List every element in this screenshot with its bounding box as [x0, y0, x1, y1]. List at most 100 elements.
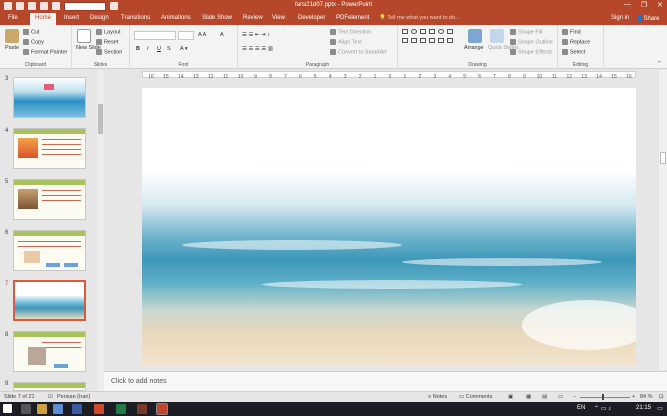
copy-button[interactable]: Copy [23, 39, 44, 45]
paste-icon[interactable] [5, 29, 19, 43]
zoom-out-button[interactable]: − [573, 394, 576, 400]
collapse-ribbon-icon[interactable]: ⌃ [657, 61, 662, 67]
select-button[interactable]: Select [562, 49, 585, 55]
shape-triangle-icon[interactable] [402, 38, 408, 43]
new-slide-icon[interactable] [77, 29, 91, 43]
paste-button[interactable]: Paste [5, 45, 19, 51]
arrange-icon[interactable] [468, 29, 482, 43]
zoom-slider[interactable] [580, 397, 630, 398]
zoom-in-button[interactable]: + [632, 394, 635, 400]
slide-thumbnail-4[interactable] [13, 128, 86, 169]
tab-home[interactable]: Home [30, 13, 57, 25]
bullets-icon[interactable]: ☰ ☰ ⇤ ⇥ ↕ [242, 32, 270, 38]
spellcheck-icon[interactable]: ☑ [48, 394, 53, 400]
text-direction-button[interactable]: Text Direction [330, 29, 371, 35]
font-size-box[interactable] [178, 31, 194, 40]
slideshow-view-icon[interactable]: ▭ [558, 394, 563, 400]
reset-button[interactable]: Reset [96, 39, 118, 45]
tab-design[interactable]: Design [90, 15, 109, 21]
shape-line-icon[interactable] [420, 29, 426, 34]
start-icon[interactable] [3, 404, 12, 413]
replace-button[interactable]: Replace [562, 39, 590, 45]
slide-thumbnail-9[interactable] [13, 382, 86, 391]
tab-animations[interactable]: Animations [161, 15, 191, 21]
italic-button[interactable]: I [147, 46, 149, 52]
tab-pdfelement[interactable]: PDFelement [336, 15, 369, 21]
shape-star-icon[interactable] [420, 38, 426, 43]
fit-slide-icon[interactable]: ⊡ [659, 394, 664, 400]
tab-view[interactable]: View [272, 15, 285, 21]
shape-outline-button[interactable]: Shape Outline [510, 39, 553, 45]
powerpoint-icon[interactable] [156, 403, 168, 415]
font-color-icon[interactable]: A ▾ [180, 46, 188, 52]
excel-icon[interactable] [116, 404, 126, 414]
thumbnail-scrollbar[interactable] [97, 70, 104, 391]
clear-format-icon[interactable]: A [220, 32, 224, 38]
find-button[interactable]: Find [562, 29, 581, 35]
notes-toggle[interactable]: ≡ Notes [428, 394, 447, 400]
slide-thumbnail-3[interactable] [13, 77, 86, 118]
convert-smartart-button[interactable]: Convert to SmartArt [330, 49, 387, 55]
firefox-icon[interactable] [94, 404, 104, 414]
taskview-icon[interactable] [21, 404, 31, 414]
slide-thumbnail-8[interactable] [13, 331, 86, 372]
align-text-button[interactable]: Align Text [330, 39, 362, 45]
share-button[interactable]: 👤Share [636, 15, 660, 22]
shape-effects-button[interactable]: Shape Effects [510, 49, 552, 55]
zoom-level[interactable]: 84 % [640, 394, 653, 400]
tab-transitions[interactable]: Transitions [121, 15, 150, 21]
notes-pane[interactable]: Click to add notes [104, 371, 667, 391]
arrange-button[interactable]: Arrange [464, 45, 484, 51]
shape-circle-icon[interactable] [438, 29, 444, 34]
tab-slide-show[interactable]: Slide Show [202, 15, 232, 21]
slide-thumbnail-7[interactable] [13, 280, 86, 321]
tray-icons[interactable]: ⌃ ▭ ♪ [594, 405, 611, 412]
shape-square-icon[interactable] [447, 29, 453, 34]
current-slide[interactable] [142, 88, 636, 365]
shape-fill-button[interactable]: Shape Fill [510, 29, 542, 35]
tab-insert[interactable]: Insert [64, 15, 79, 21]
sign-in-link[interactable]: Sign in [611, 15, 629, 21]
slide-scrollbar[interactable] [659, 70, 667, 370]
browser-icon[interactable] [53, 404, 63, 414]
tab-file[interactable]: File [8, 15, 18, 21]
slide-thumbnail-6[interactable] [13, 230, 86, 271]
notifications-icon[interactable]: ▭ [657, 405, 663, 412]
shape-brace-icon[interactable] [429, 38, 435, 43]
app-icon[interactable] [137, 404, 147, 414]
shape-callout-icon[interactable] [438, 38, 444, 43]
zoom-slider-knob[interactable] [602, 394, 604, 400]
grow-font-icon[interactable]: A A [198, 32, 206, 38]
clock[interactable]: 21:15 [636, 405, 651, 411]
minimize-button[interactable]: — [624, 1, 631, 9]
shape-box-icon[interactable] [429, 29, 435, 34]
shadow-button[interactable]: S [167, 46, 171, 52]
underline-button[interactable]: U [157, 46, 161, 52]
slide-thumbnail-5[interactable] [13, 179, 86, 220]
comments-toggle[interactable]: ▭ Comments [459, 394, 492, 400]
format-painter-button[interactable]: Format Painter [23, 49, 67, 55]
sorter-view-icon[interactable]: ▦ [526, 394, 531, 400]
bold-button[interactable]: B [136, 46, 140, 52]
shape-oval-icon[interactable] [411, 29, 417, 34]
restore-button[interactable]: ❐ [641, 1, 647, 9]
reading-view-icon[interactable]: ▤ [542, 394, 547, 400]
shape-more-icon[interactable] [447, 38, 453, 43]
shape-arrow-icon[interactable] [411, 38, 417, 43]
tab-developer[interactable]: Developer [298, 15, 325, 21]
tab-review[interactable]: Review [243, 15, 263, 21]
tell-me-search[interactable]: 💡 Tell me what you want to do... [379, 15, 460, 21]
input-language[interactable]: EN [577, 405, 585, 411]
align-icons[interactable]: ☰ ☰ ☰ ☰ ▥ [242, 46, 273, 52]
font-name-box[interactable] [134, 31, 176, 40]
thumbnail-scroll-thumb[interactable] [98, 104, 103, 134]
layout-button[interactable]: Layout [96, 29, 121, 35]
slide-scroll-thumb[interactable] [660, 152, 666, 164]
normal-view-icon[interactable]: ▣ [508, 394, 513, 400]
shape-rect-icon[interactable] [402, 29, 408, 34]
language-indicator[interactable]: Persian (Iran) [57, 394, 90, 400]
close-button[interactable]: ✕ [657, 1, 663, 9]
section-button[interactable]: Section [96, 49, 122, 55]
explorer-icon[interactable] [37, 404, 47, 414]
cut-button[interactable]: Cut [23, 29, 40, 35]
